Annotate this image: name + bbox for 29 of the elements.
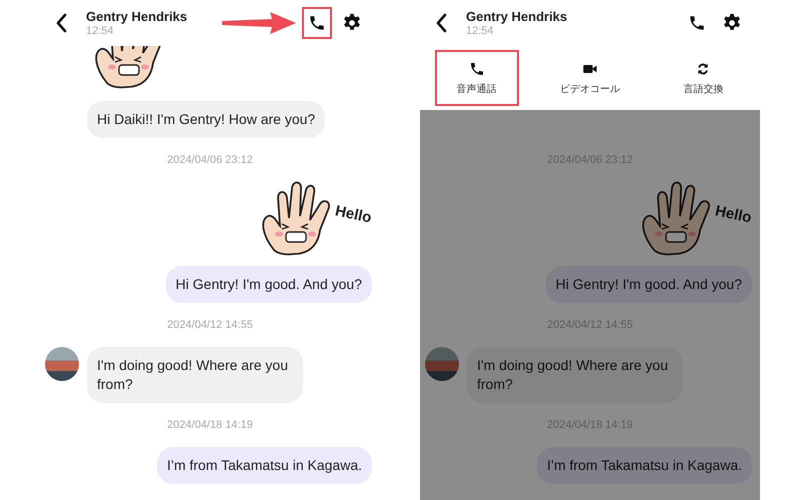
avatar bbox=[425, 347, 459, 381]
message-bubble: I'm doing good! Where are you from? bbox=[467, 347, 683, 403]
message-bubble: Hi Gentry! I'm good. And you? bbox=[546, 266, 752, 303]
timestamp: 2024/04/18 14:19 bbox=[167, 419, 253, 431]
message-bubble: I'm doing good! Where are you from? bbox=[87, 347, 303, 403]
call-option-button[interactable]: ビデオコール bbox=[548, 50, 632, 106]
settings-icon[interactable] bbox=[722, 13, 742, 33]
message-bubble: Hi Daiki!! I'm Gentry! How are you? bbox=[87, 101, 326, 138]
call-option-button[interactable]: 言語交換 bbox=[661, 50, 746, 106]
contact-name: Gentry Hendriks bbox=[86, 9, 188, 24]
timestamp: 2024/04/12 14:55 bbox=[167, 319, 253, 331]
back-icon[interactable] bbox=[436, 13, 448, 33]
phone-icon bbox=[308, 14, 326, 32]
phone-icon bbox=[468, 60, 485, 76]
settings-icon[interactable] bbox=[342, 13, 362, 33]
back-icon[interactable] bbox=[56, 13, 68, 33]
call-button[interactable] bbox=[302, 7, 332, 39]
message-bubble: Hi Gentry! I'm good. And you? bbox=[166, 266, 372, 303]
last-seen-time: 12:54 bbox=[466, 25, 495, 37]
sticker-text: Hello bbox=[334, 202, 374, 227]
message-bubble: I’m from Takamatsu in Kagawa. bbox=[156, 447, 372, 484]
call-option-button[interactable]: 音声通話 bbox=[434, 50, 519, 106]
sticker-text: Hello bbox=[714, 202, 754, 227]
timestamp: 2024/04/06 23:12 bbox=[167, 154, 253, 166]
contact-name: Gentry Hendriks bbox=[466, 9, 568, 24]
message-bubble: I’m from Takamatsu in Kagawa. bbox=[536, 447, 752, 484]
last-seen-time: 12:54 bbox=[86, 25, 115, 37]
avatar bbox=[45, 347, 79, 381]
phone-icon bbox=[688, 14, 706, 32]
